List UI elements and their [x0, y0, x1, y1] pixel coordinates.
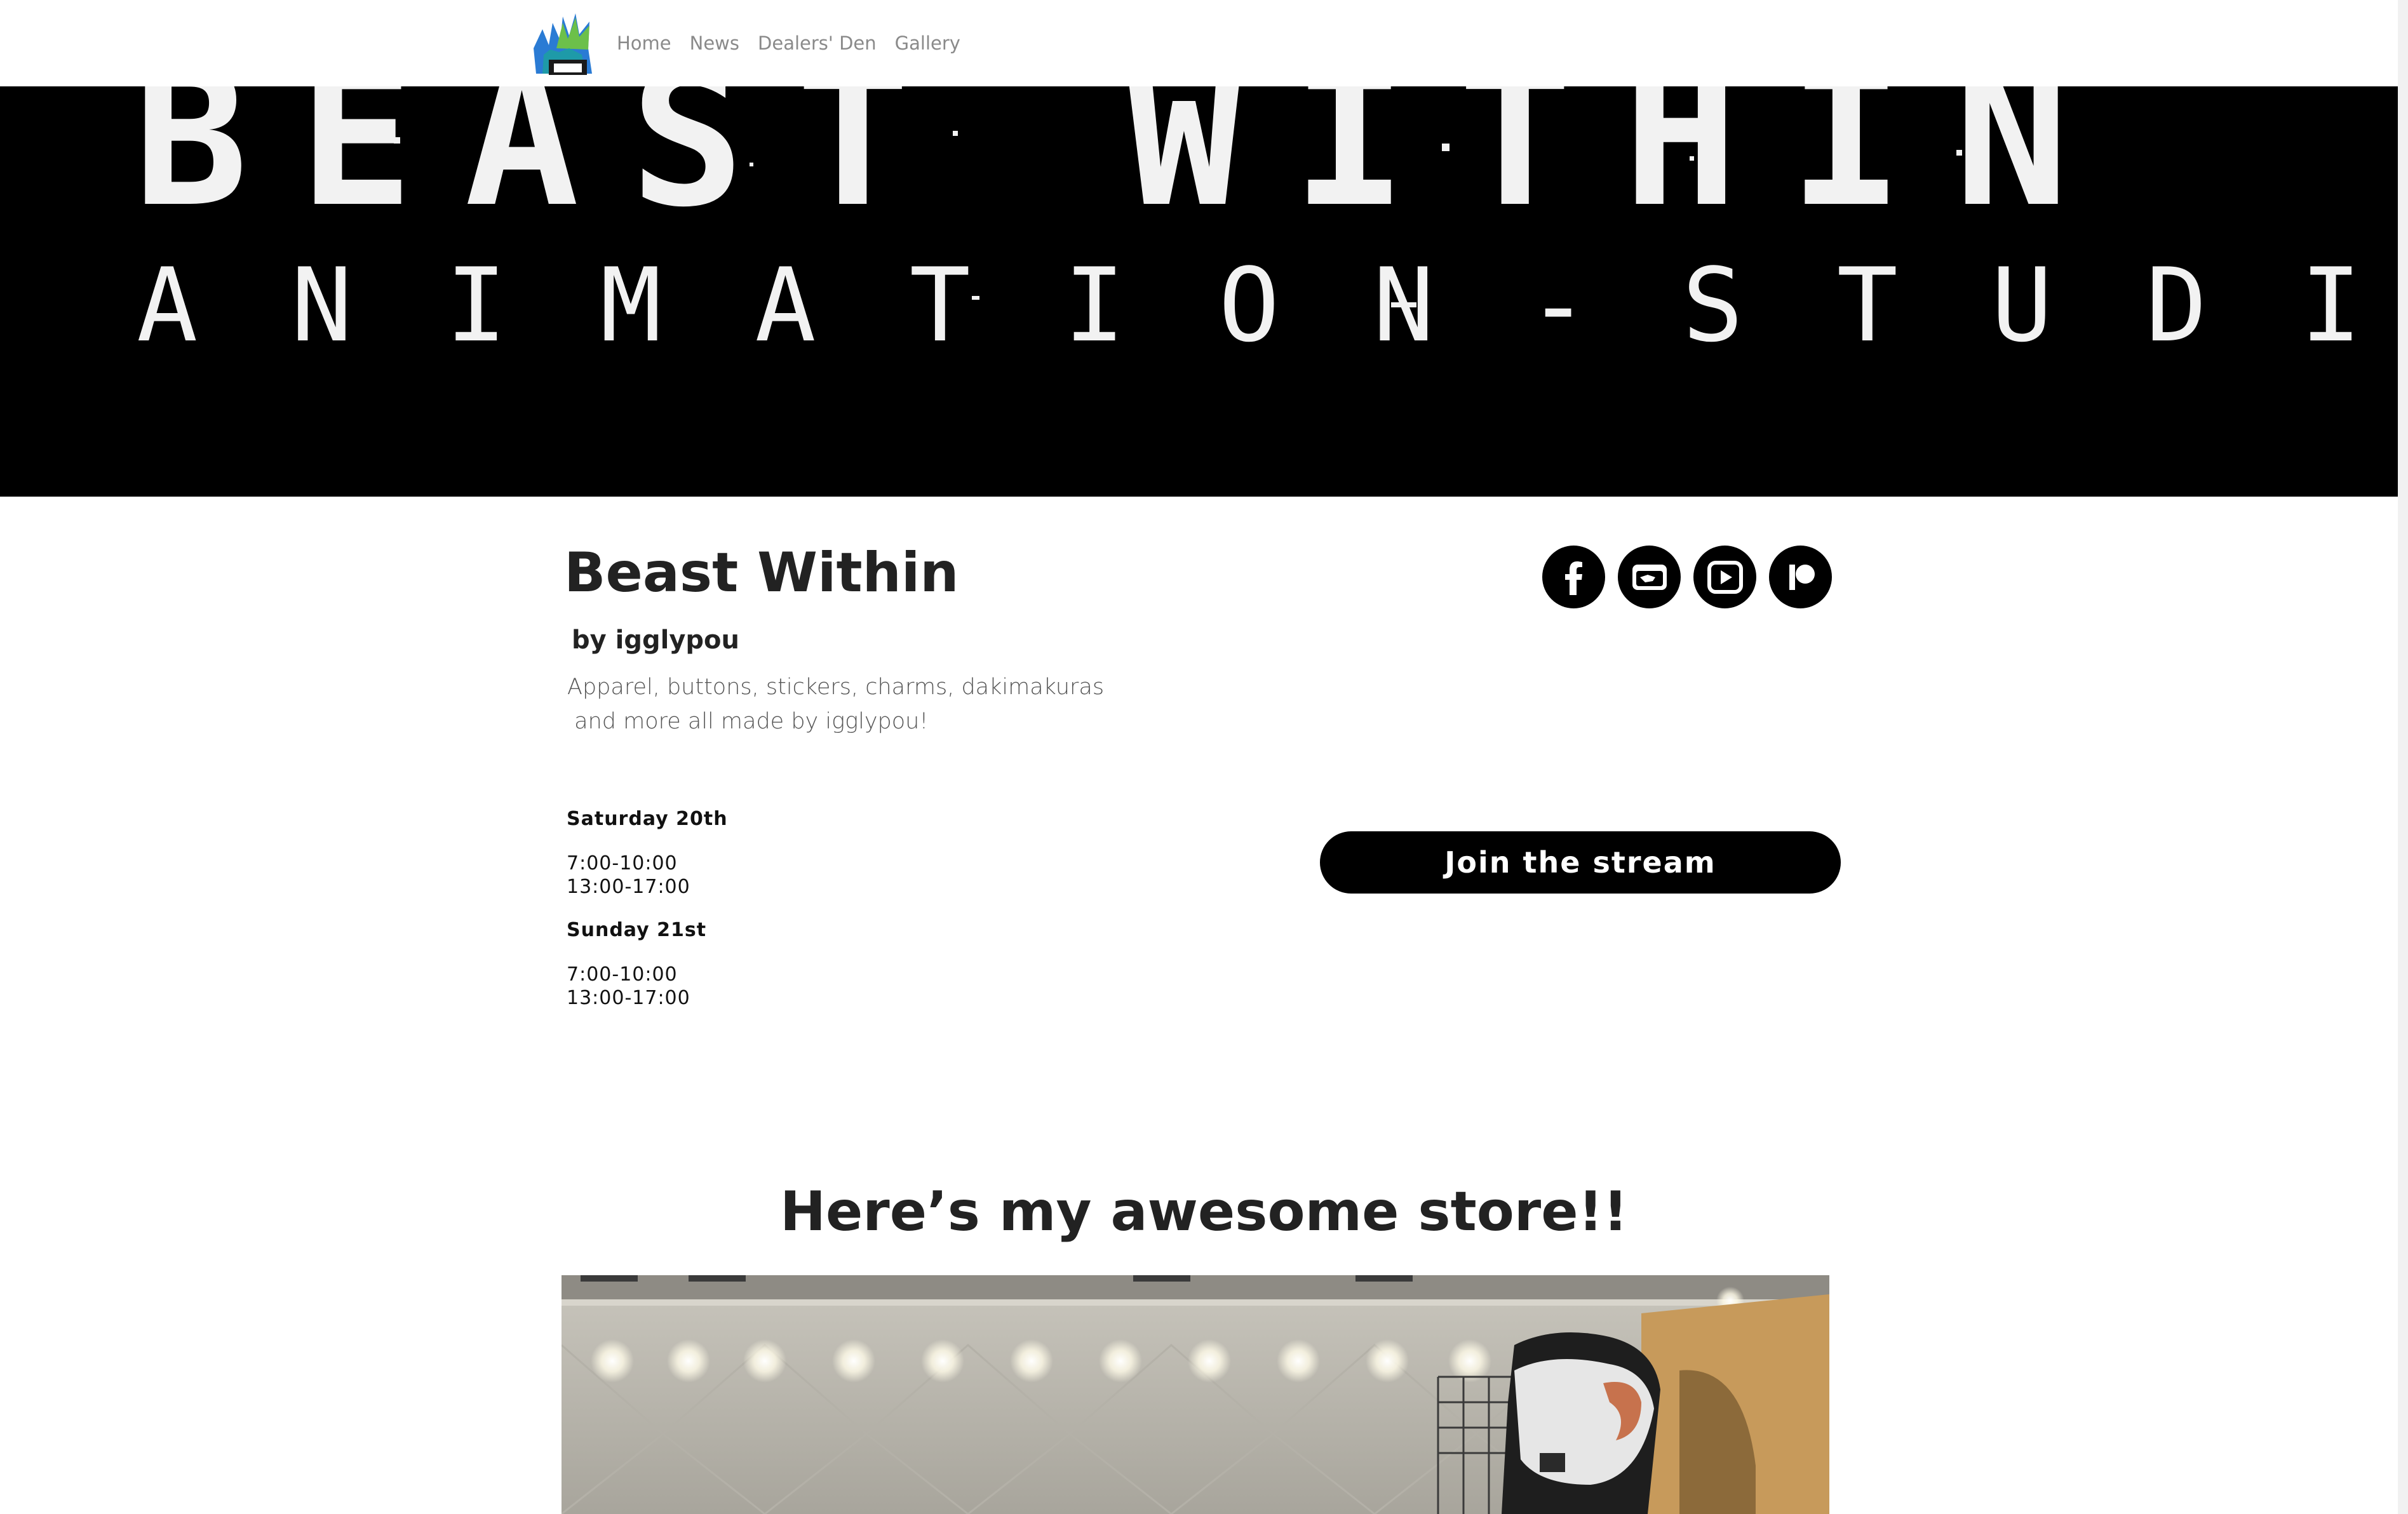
patreon-icon[interactable]: [1769, 546, 1832, 608]
nav-news-link[interactable]: News: [690, 32, 739, 54]
banner-title-text: BEAST WITHIN: [133, 86, 2120, 249]
schedule-day-label: Saturday 20th: [567, 808, 728, 830]
schedule-day: Saturday 20th 7:00-10:00 13:00-17:00: [567, 808, 728, 899]
vendor-description: Apparel, buttons, stickers, charms, daki…: [567, 670, 1139, 739]
nav-gallery-link[interactable]: Gallery: [895, 32, 960, 54]
stream-schedule: Saturday 20th 7:00-10:00 13:00-17:00 Sun…: [567, 808, 728, 1030]
hero-banner: BEAST WITHIN ANIMATION-STUDIO: [0, 86, 2408, 497]
join-stream-button[interactable]: Join the stream: [1320, 831, 1841, 894]
vendor-description-line: and more all made by igglypou!: [567, 709, 929, 734]
scrollbar[interactable]: [2398, 0, 2408, 1514]
nav-dealers-den-link[interactable]: Dealers' Den: [758, 32, 877, 54]
top-nav: Home News Dealers' Den Gallery: [0, 0, 2408, 86]
vendor-title: Beast Within: [564, 541, 959, 605]
schedule-time-slot: 7:00-10:00: [567, 852, 678, 874]
vendor-byline: by igglypou: [572, 626, 739, 655]
facebook-icon[interactable]: [1542, 546, 1605, 608]
page: Home News Dealers' Den Gallery BEAST WIT…: [0, 0, 2408, 1514]
banner-logo-art: BEAST WITHIN ANIMATION-STUDIO: [133, 86, 2408, 365]
schedule-time-slot: 7:00-10:00: [567, 963, 678, 986]
schedule-time-slot: 13:00-17:00: [567, 987, 690, 1009]
video-play-icon[interactable]: [1693, 546, 1756, 608]
furaffinity-icon[interactable]: [1618, 546, 1681, 608]
social-links: [1542, 546, 1832, 608]
schedule-day: Sunday 21st 7:00-10:00 13:00-17:00: [567, 919, 728, 1010]
beast-within-logo-icon[interactable]: [531, 10, 595, 81]
store-photo: [562, 1275, 1829, 1514]
nav-links: Home News Dealers' Den Gallery: [617, 0, 979, 86]
schedule-day-label: Sunday 21st: [567, 919, 707, 941]
banner-subtitle-text: ANIMATION-STUDIO: [137, 246, 2408, 365]
schedule-time-slot: 13:00-17:00: [567, 876, 690, 898]
vendor-description-line: Apparel, buttons, stickers, charms, daki…: [567, 674, 1105, 700]
nav-home-link[interactable]: Home: [617, 32, 671, 54]
store-heading: Here’s my awesome store!!: [780, 1180, 1628, 1243]
